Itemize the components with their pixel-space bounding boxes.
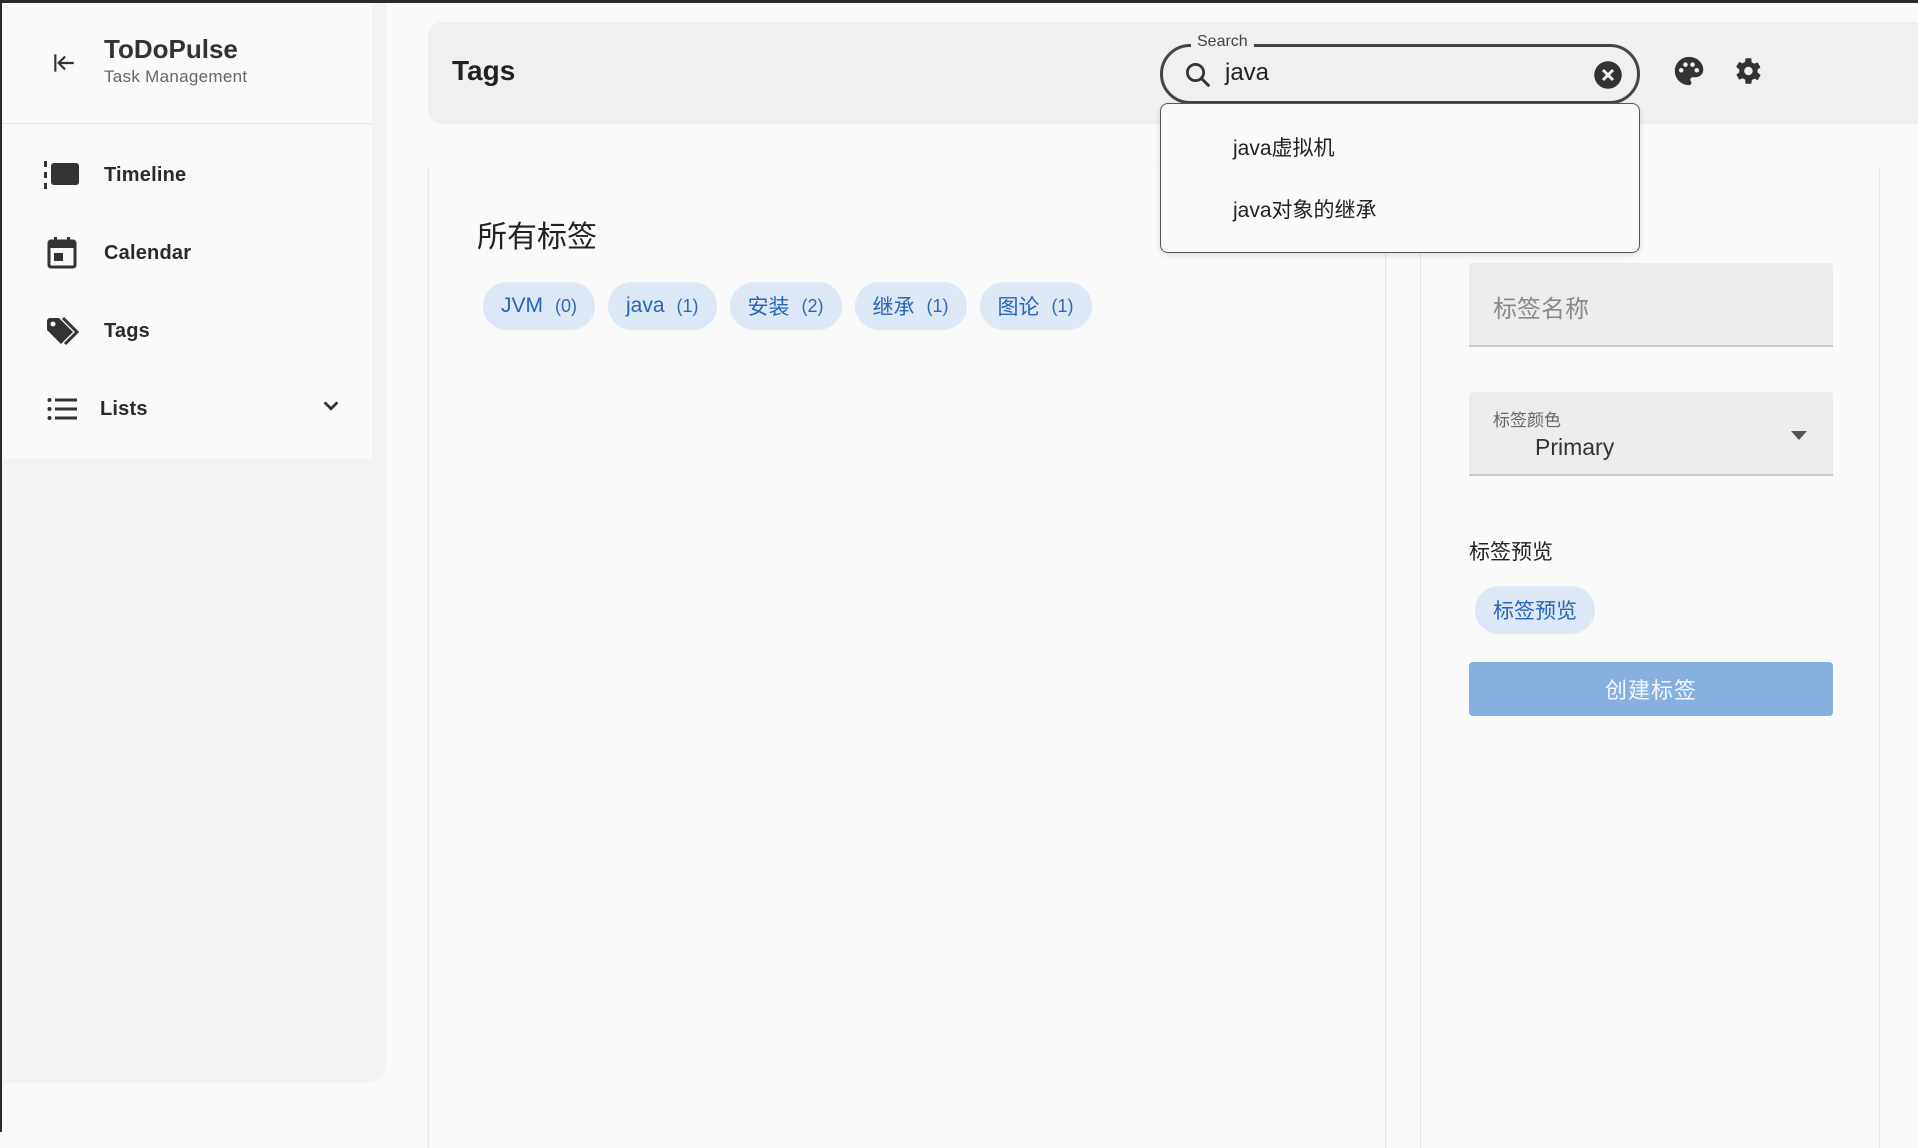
suggestion-item[interactable]: java对象的继承 [1233,194,1377,224]
tag-name: 图论 [997,296,1040,319]
search-input[interactable]: Search java [1160,33,1640,104]
tag-chip[interactable]: 安装 (2) [729,282,842,330]
preview-label: 标签预览 [1469,541,1553,564]
tag-chip[interactable]: 继承 (1) [854,282,967,330]
tag-color-label: 标签颜色 [1493,411,1561,430]
collapse-left-icon [54,54,74,72]
tag-name: 继承 [872,296,915,319]
tag-chip[interactable]: JVM (0) [483,282,595,330]
palette-icon[interactable] [1672,54,1712,94]
sidebar-item-label: Tags [104,319,150,342]
sidebar: ToDoPulse Task Management Timeline Calen… [2,3,386,1083]
sidebar-item-lists[interactable]: Lists [42,381,362,437]
tag-name: JVM [501,294,543,317]
tag-chip[interactable]: java (1) [608,282,717,330]
tag-color-select[interactable]: 标签颜色 Primary [1469,392,1833,476]
timeline-icon [42,155,82,195]
tag-count: (2) [801,295,824,316]
search-icon [1183,60,1213,95]
search-suggestions: java虚拟机 java对象的继承 [1160,103,1640,253]
tags-icon [42,311,82,351]
tag-name-placeholder: 标签名称 [1493,296,1589,323]
sidebar-item-label: Lists [100,397,148,420]
suggestion-item[interactable]: java虚拟机 [1233,132,1335,162]
sidebar-panel: ToDoPulse Task Management Timeline Calen… [2,3,372,459]
page-title: Tags [452,55,516,86]
chevron-down-icon[interactable] [320,395,342,422]
tag-count: (1) [1051,295,1074,316]
section-title: 所有标签 [477,221,597,254]
all-tags-card: 所有标签 JVM (0) java (1) 安装 (2) 继承 (1) 图论 (… [428,168,1386,1148]
collapse-sidebar-button[interactable] [42,41,86,85]
search-label: Search [1191,33,1254,51]
create-tag-button[interactable]: 创建标签 [1469,662,1833,716]
tag-name: java [626,294,665,317]
create-tag-card: 标签名称 标签颜色 Primary 标签预览 标签预览 创建标签 [1420,168,1880,1148]
sidebar-item-calendar[interactable]: Calendar [42,225,362,281]
tag-name: 安装 [747,296,790,319]
gear-icon[interactable] [1730,54,1770,94]
sidebar-item-label: Timeline [104,163,187,186]
tag-count: (1) [926,295,949,316]
tag-name-field[interactable]: 标签名称 [1469,263,1833,347]
search-value[interactable]: java [1225,59,1269,87]
calendar-icon [42,233,82,273]
dropdown-arrow-icon [1791,428,1807,446]
sidebar-item-tags[interactable]: Tags [42,303,362,359]
sidebar-item-label: Calendar [104,241,192,264]
clear-search-icon[interactable] [1593,60,1623,90]
app-title: ToDoPulse [104,34,238,64]
tag-count: (0) [555,295,577,316]
preview-chip: 标签预览 [1475,586,1595,634]
sidebar-item-timeline[interactable]: Timeline [42,147,362,203]
brand: ToDoPulse Task Management [42,33,247,103]
list-icon [42,389,82,429]
app-subtitle: Task Management [104,67,248,86]
divider [2,123,372,124]
tag-count: (1) [676,295,699,316]
tag-list: JVM (0) java (1) 安装 (2) 继承 (1) 图论 (1) [483,282,1092,330]
tag-chip[interactable]: 图论 (1) [979,282,1092,330]
tag-color-value: Primary [1535,434,1615,460]
